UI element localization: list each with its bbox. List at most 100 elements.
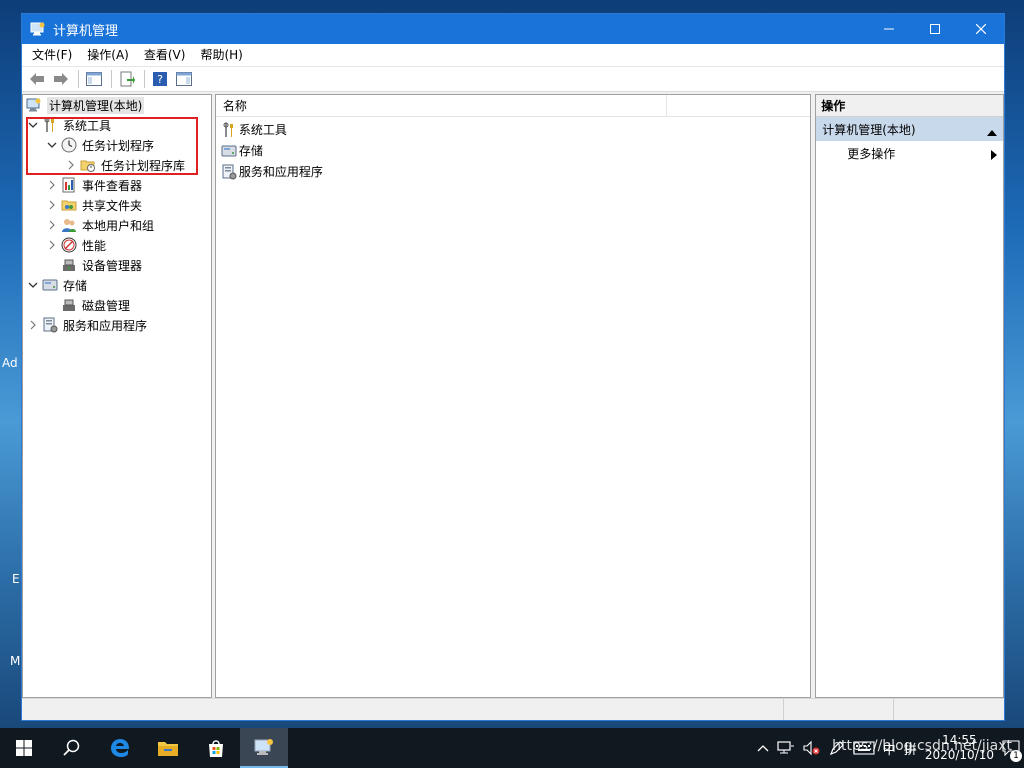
- status-segment: [22, 699, 784, 720]
- performance-icon: [61, 237, 77, 253]
- more-actions-label: 更多操作: [847, 146, 896, 161]
- tree-item-performance[interactable]: 性能: [45, 235, 106, 255]
- action-section-header[interactable]: 计算机管理(本地): [816, 117, 1004, 141]
- help-icon[interactable]: ?: [149, 68, 171, 90]
- store-icon[interactable]: [192, 728, 240, 768]
- action-pane-title: 操作: [816, 95, 1004, 117]
- desktop-icon-label: E: [12, 572, 20, 586]
- tree-item-label: 性能: [82, 238, 107, 253]
- list-item-label: 服务和应用程序: [238, 165, 323, 179]
- services-icon: [221, 164, 237, 180]
- tree-item-label: 本地用户和组: [82, 218, 155, 233]
- chevron-right-icon[interactable]: [45, 238, 59, 252]
- file-explorer-icon[interactable]: [144, 728, 192, 768]
- list-item-label: 存储: [238, 144, 263, 158]
- volume-muted-icon[interactable]: [799, 728, 825, 768]
- computer-management-taskbar-icon[interactable]: [240, 728, 288, 768]
- tree-item-label: 磁盘管理: [82, 298, 131, 313]
- chevron-right-icon[interactable]: [45, 198, 59, 212]
- tree-item-shared-folders[interactable]: 共享文件夹: [45, 195, 142, 215]
- chevron-down-icon[interactable]: [26, 278, 40, 292]
- edge-browser-icon[interactable]: [96, 728, 144, 768]
- result-list: 名称 系统工具 存储 服务和应用程序: [214, 94, 812, 698]
- tree-item-device-manager[interactable]: 设备管理器: [45, 255, 142, 275]
- menu-file[interactable]: 文件(F): [26, 44, 78, 66]
- tree-item-label: 计算机管理(本地): [47, 96, 145, 114]
- services-icon: [42, 317, 58, 333]
- search-button[interactable]: [48, 728, 96, 768]
- menu-view[interactable]: 查看(V): [138, 44, 192, 66]
- toolbar-separator: [144, 70, 145, 88]
- tree-item-local-users-groups[interactable]: 本地用户和组: [45, 215, 154, 235]
- ime-mode[interactable]: 拼: [900, 728, 921, 768]
- disk-management-icon: [61, 297, 77, 313]
- toolbar: ?: [22, 66, 1004, 92]
- list-item-system-tools[interactable]: 系统工具: [216, 119, 810, 140]
- svg-text:?: ?: [157, 73, 163, 86]
- list-header: 名称: [215, 95, 811, 117]
- tree-item-root[interactable]: 计算机管理(本地): [26, 95, 145, 115]
- list-item-storage[interactable]: 存储: [216, 140, 810, 161]
- users-icon: [61, 217, 77, 233]
- storage-icon: [221, 143, 237, 159]
- desktop-icon-label: M: [10, 654, 21, 668]
- computer-management-icon: [30, 21, 46, 37]
- pen-icon[interactable]: [825, 728, 849, 768]
- red-highlight-box: [26, 117, 198, 175]
- tree-item-event-viewer[interactable]: 事件查看器: [45, 175, 142, 195]
- notification-icon[interactable]: 1: [998, 728, 1024, 768]
- menu-help[interactable]: 帮助(H): [194, 44, 248, 66]
- storage-icon: [42, 277, 58, 293]
- clock-time: 14:55: [942, 733, 977, 747]
- taskbar: 中 拼 14:55 2020/10/10 1 https://blog.csdn…: [0, 728, 1024, 768]
- chevron-up-icon[interactable]: [753, 728, 773, 768]
- show-hide-action-pane-icon[interactable]: [173, 68, 195, 90]
- event-viewer-icon: [61, 177, 77, 193]
- collapse-up-icon[interactable]: [987, 125, 998, 139]
- shared-folder-icon: [61, 197, 77, 213]
- toolbar-separator: [111, 70, 112, 88]
- window-title: 计算机管理: [53, 23, 119, 39]
- show-hide-console-tree-icon[interactable]: [83, 68, 105, 90]
- notification-badge: 1: [1010, 750, 1022, 762]
- tree-item-storage[interactable]: 存储: [26, 275, 87, 295]
- list-item-services-apps[interactable]: 服务和应用程序: [216, 161, 810, 182]
- console-tree: 计算机管理(本地) 系统工具 任务计划程序 任务计划程序库 事件查看器 共享文件…: [22, 94, 212, 698]
- start-button[interactable]: [0, 728, 48, 768]
- submenu-arrow-icon: [991, 149, 998, 163]
- title-bar[interactable]: 计算机管理: [22, 14, 1004, 44]
- desktop-icon-label: Ad: [2, 356, 18, 370]
- maximize-button[interactable]: [912, 14, 958, 44]
- more-actions-item[interactable]: 更多操作: [816, 141, 1003, 165]
- tree-item-label: 存储: [63, 278, 88, 293]
- chevron-right-icon[interactable]: [45, 178, 59, 192]
- tree-item-label: 服务和应用程序: [63, 318, 148, 333]
- status-segment: [894, 699, 1004, 720]
- chevron-right-icon[interactable]: [26, 318, 40, 332]
- back-button[interactable]: [26, 68, 48, 90]
- system-tray: 中 拼 14:55 2020/10/10 1: [753, 728, 1024, 768]
- computer-management-icon: [26, 97, 42, 113]
- minimize-button[interactable]: [866, 14, 912, 44]
- column-header-name[interactable]: 名称: [216, 97, 247, 114]
- keyboard-icon[interactable]: [849, 728, 879, 768]
- tools-icon: [221, 122, 237, 138]
- tree-item-services-apps[interactable]: 服务和应用程序: [26, 315, 147, 335]
- tree-item-label: 设备管理器: [82, 258, 143, 273]
- chevron-right-icon[interactable]: [45, 218, 59, 232]
- column-divider[interactable]: [665, 95, 667, 117]
- menu-action[interactable]: 操作(A): [81, 44, 135, 66]
- ime-language[interactable]: 中: [879, 728, 900, 768]
- forward-button[interactable]: [50, 68, 72, 90]
- clock[interactable]: 14:55 2020/10/10: [921, 733, 998, 763]
- close-button[interactable]: [958, 14, 1004, 44]
- tree-item-label: 事件查看器: [82, 178, 143, 193]
- export-list-icon[interactable]: [116, 68, 138, 90]
- device-manager-icon: [61, 257, 77, 273]
- network-icon[interactable]: [773, 728, 799, 768]
- tree-item-disk-management[interactable]: 磁盘管理: [45, 295, 130, 315]
- toolbar-separator: [78, 70, 79, 88]
- clock-date: 2020/10/10: [924, 748, 994, 762]
- action-pane: 操作 计算机管理(本地) 更多操作: [815, 94, 1005, 698]
- menu-bar: 文件(F) 操作(A) 查看(V) 帮助(H): [22, 44, 1004, 66]
